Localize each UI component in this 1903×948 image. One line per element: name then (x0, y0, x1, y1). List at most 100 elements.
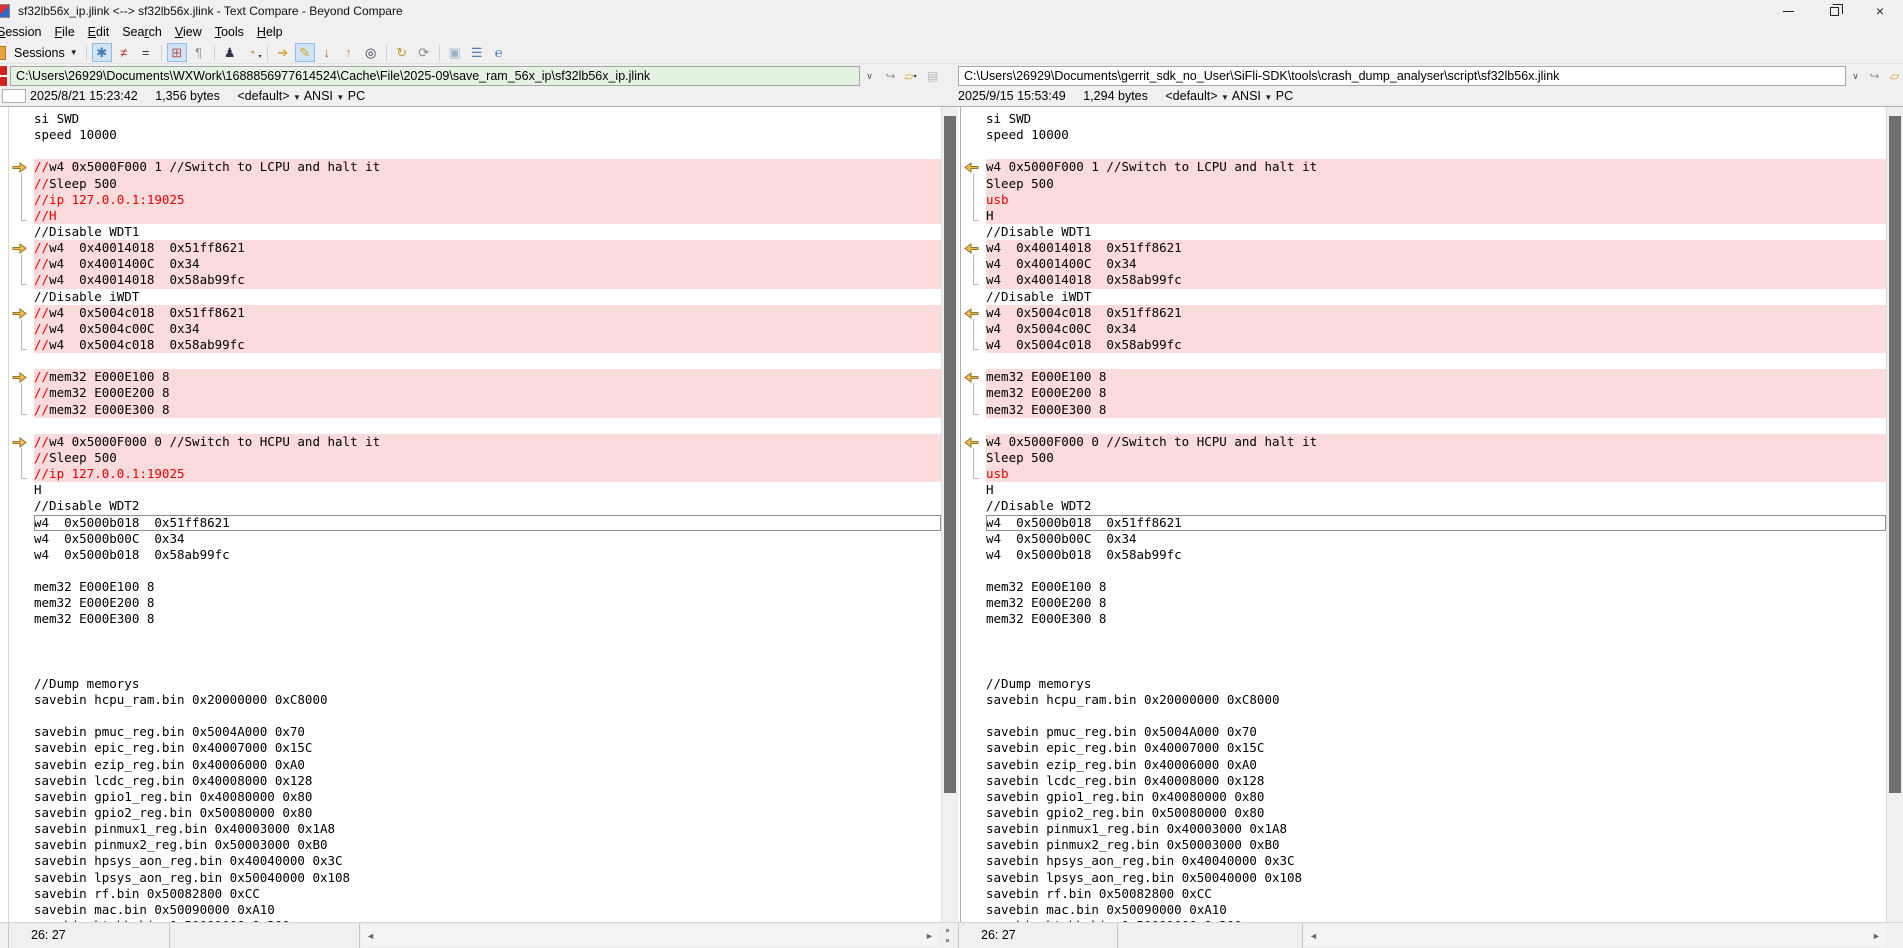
code-line[interactable]: w4 0x5000F000 0 //Switch to HCPU and hal… (961, 434, 1886, 450)
left-file-editor[interactable]: si SWDspeed 10000 //w4 0x5000F000 1 //Swi… (8, 107, 941, 923)
code-line[interactable]: savebin ezip_reg.bin 0x40006000 0xA0 (961, 757, 1886, 773)
copy-section-gutter[interactable] (961, 305, 986, 321)
rules-referee-icon[interactable]: ♟ (220, 43, 240, 62)
right-horizontal-scrollbar[interactable]: ◄ ► (1305, 925, 1885, 946)
code-line[interactable]: savebin rf.bin 0x50082800 0xCC (9, 886, 941, 902)
filter-same-icon[interactable]: = (136, 43, 156, 62)
code-line[interactable]: savebin pmuc_reg.bin 0x5004A000 0x70 (9, 724, 941, 740)
copy-section-gutter[interactable] (9, 240, 34, 256)
code-line[interactable]: savebin gpio1_reg.bin 0x40080000 0x80 (961, 789, 1886, 805)
format-dropdown-icon[interactable]: ▼ (1221, 93, 1229, 102)
left-file-encoding[interactable]: ANSI (304, 89, 333, 103)
code-line[interactable]: //ip 127.0.0.1:19025 (9, 466, 941, 482)
code-line[interactable]: w4 0x5000F000 1 //Switch to LCPU and hal… (961, 159, 1886, 175)
code-line[interactable]: H (961, 208, 1886, 224)
code-line[interactable] (9, 353, 941, 369)
code-line[interactable] (9, 628, 941, 644)
code-line[interactable]: //mem32 E000E300 8 (9, 402, 941, 418)
menu-item-help[interactable]: Help (251, 23, 289, 41)
browse-folder-icon[interactable]: ▱▾ (902, 68, 919, 84)
code-line[interactable]: //Disable WDT1 (961, 224, 1886, 240)
code-line[interactable]: //H (9, 208, 941, 224)
code-line[interactable]: Sleep 500 (961, 450, 1886, 466)
format-dropdown-icon[interactable]: ▼ (293, 93, 301, 102)
code-line[interactable]: si SWD (9, 111, 941, 127)
code-line[interactable]: //mem32 E000E200 8 (9, 385, 941, 401)
menu-item-file[interactable]: File (48, 23, 80, 41)
reload-icon[interactable]: ↻ (392, 43, 412, 62)
minimize-button[interactable] (1765, 0, 1811, 22)
sessions-menu-button[interactable]: Sessions ▼ (10, 44, 82, 62)
left-path-dropdown-button[interactable]: ∨ (861, 66, 878, 86)
right-file-encoding[interactable]: ANSI (1232, 89, 1261, 103)
code-line[interactable]: usb (961, 192, 1886, 208)
code-line[interactable]: //w4 0x5004c018 0x58ab99fc (9, 337, 941, 353)
code-line[interactable] (9, 418, 941, 434)
menu-item-search[interactable]: Search (116, 23, 168, 41)
code-line[interactable]: //Sleep 500 (9, 176, 941, 192)
copy-section-gutter[interactable] (961, 240, 986, 256)
code-line[interactable]: //Disable WDT2 (9, 498, 941, 514)
copy-section-gutter[interactable] (9, 159, 34, 175)
browse-folder-icon[interactable]: ▱ (1886, 68, 1903, 84)
code-line[interactable]: savebin lcdc_reg.bin 0x40008000 0x128 (9, 773, 941, 789)
format-toggle-icon[interactable]: ⊞ (167, 43, 187, 62)
filter-all-icon[interactable]: ✱ (92, 43, 112, 62)
view-window-icon[interactable]: ▣ (445, 43, 465, 62)
code-line[interactable] (9, 708, 941, 724)
code-line[interactable]: //w4 0x40014018 0x58ab99fc (9, 272, 941, 288)
next-difference-icon[interactable]: ↓ (317, 43, 337, 62)
code-line[interactable]: w4 0x5000b00C 0x34 (9, 531, 941, 547)
code-line[interactable] (9, 563, 941, 579)
menu-item-session[interactable]: Session (0, 23, 47, 41)
code-line[interactable]: //ip 127.0.0.1:19025 (9, 192, 941, 208)
code-line[interactable]: H (961, 482, 1886, 498)
code-line[interactable]: savebin gpio2_reg.bin 0x50080000 0x80 (9, 805, 941, 821)
code-line[interactable]: //Disable iWDT (9, 289, 941, 305)
code-line[interactable]: mem32 E000E300 8 (961, 402, 1886, 418)
code-line[interactable]: mem32 E000E300 8 (961, 611, 1886, 627)
find-icon[interactable]: ◎ (361, 43, 381, 62)
code-line[interactable]: //w4 0x5004c00C 0x34 (9, 321, 941, 337)
code-line[interactable]: savebin lpsys_aon_reg.bin 0x50040000 0x1… (9, 870, 941, 886)
code-line[interactable]: mem32 E000E300 8 (9, 611, 941, 627)
code-line[interactable]: si SWD (961, 111, 1886, 127)
code-line[interactable]: speed 10000 (961, 127, 1886, 143)
code-line[interactable]: mem32 E000E100 8 (961, 369, 1886, 385)
code-line[interactable]: savebin gpio1_reg.bin 0x40080000 0x80 (9, 789, 941, 805)
code-line[interactable]: usb (961, 466, 1886, 482)
code-line[interactable] (961, 563, 1886, 579)
code-line[interactable]: mem32 E000E100 8 (9, 579, 941, 595)
report-icon[interactable]: ☰ (467, 43, 487, 62)
code-line[interactable]: w4 0x5004c018 0x51ff8621 (961, 305, 1886, 321)
code-line[interactable]: savebin pmuc_reg.bin 0x5004A000 0x70 (961, 724, 1886, 740)
copy-section-gutter[interactable] (961, 159, 986, 175)
scrollbar-thumb[interactable] (1889, 116, 1901, 793)
code-line[interactable]: w4 0x5000b018 0x51ff8621 (9, 515, 941, 531)
copy-section-gutter[interactable] (961, 369, 986, 385)
right-path-dropdown-button[interactable]: ∨ (1847, 66, 1864, 86)
code-line[interactable]: //Disable WDT2 (961, 498, 1886, 514)
code-line[interactable]: w4 0x5000b00C 0x34 (961, 531, 1886, 547)
code-line[interactable]: savebin mac.bin 0x50090000 0xA10 (961, 902, 1886, 918)
code-line[interactable]: w4 0x40014018 0x51ff8621 (961, 240, 1886, 256)
code-line[interactable]: //mem32 E000E100 8 (9, 369, 941, 385)
code-line[interactable]: mem32 E000E200 8 (9, 595, 941, 611)
code-line[interactable]: //Dump memorys (961, 676, 1886, 692)
edit-mode-icon[interactable]: ✎ (295, 43, 315, 62)
code-line[interactable]: speed 10000 (9, 127, 941, 143)
code-line[interactable]: mem32 E000E200 8 (961, 385, 1886, 401)
copy-section-gutter[interactable] (9, 434, 34, 450)
web-help-icon[interactable]: ℮ (489, 43, 509, 62)
right-file-editor[interactable]: si SWDspeed 10000 w4 0x5000F000 1 //Switc… (960, 107, 1886, 923)
code-line[interactable] (961, 628, 1886, 644)
code-line[interactable] (9, 143, 941, 159)
code-line[interactable]: savebin lcdc_reg.bin 0x40008000 0x128 (961, 773, 1886, 789)
menu-item-view[interactable]: View (169, 23, 208, 41)
code-line[interactable]: //Disable iWDT (961, 289, 1886, 305)
scroll-right-icon[interactable]: ► (1868, 925, 1885, 946)
menu-item-edit[interactable]: Edit (82, 23, 116, 41)
code-line[interactable]: savebin rf.bin 0x50082800 0xCC (961, 886, 1886, 902)
copy-to-right-icon[interactable]: ➔ (273, 43, 293, 62)
code-line[interactable]: //w4 0x5000F000 1 //Switch to LCPU and h… (9, 159, 941, 175)
